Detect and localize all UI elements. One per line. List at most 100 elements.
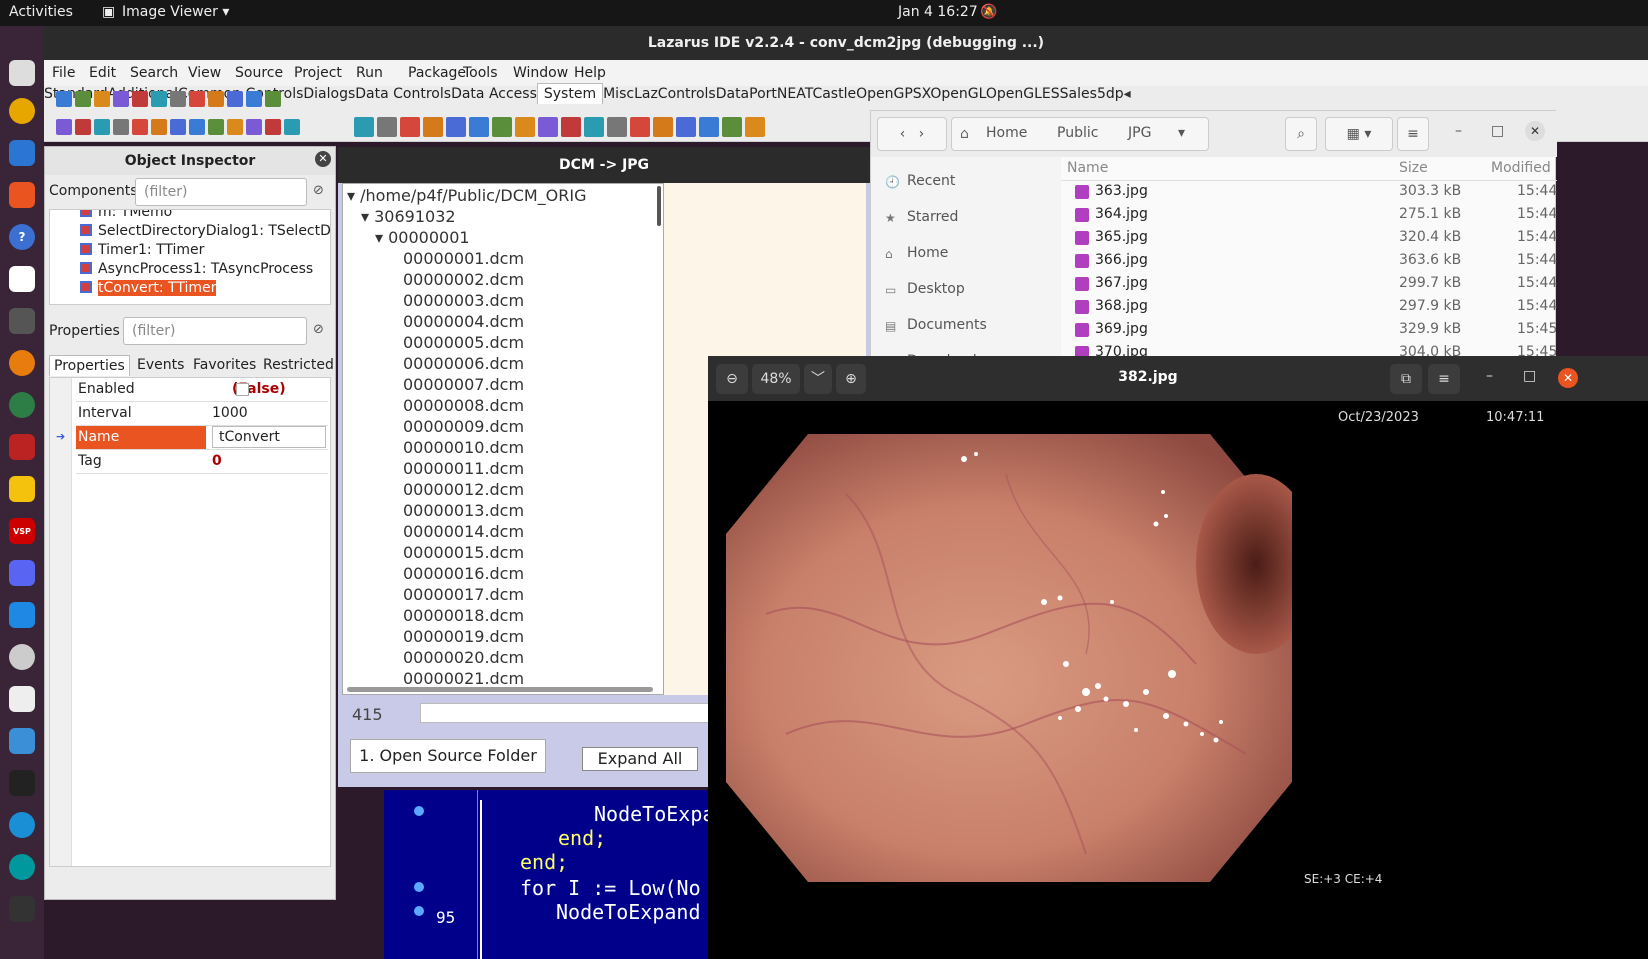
column-size[interactable]: Size [1399,160,1428,176]
tab-opengl[interactable]: OpenGL [930,86,986,102]
inspector-tab-events[interactable]: Events [133,355,188,375]
column-name[interactable]: Name [1067,160,1108,176]
toolbar-button-icon[interactable] [113,119,129,135]
dcm-file-tree[interactable]: ▾ /home/p4f/Public/DCM_ORIG ▾ 30691032 ▾ 0… [342,183,664,695]
property-value[interactable]: 1000 [212,405,248,421]
tree-file-node[interactable]: 00000020.dcm [403,648,524,667]
toolbar-button-icon[interactable] [246,91,262,107]
notes-icon[interactable] [9,476,35,502]
toolbar-button-icon[interactable] [227,119,243,135]
toolbar-button-icon[interactable] [265,119,281,135]
filter-clear-icon[interactable]: ⊘ [313,322,324,337]
crumb-jpg[interactable]: JPG [1128,125,1151,141]
toolbar-button-icon[interactable] [284,119,300,135]
component-tree-item[interactable]: Timer1: TTimer [80,242,204,261]
writer-icon[interactable] [9,140,35,166]
component-tree-item[interactable]: AsyncProcess1: TAsyncProcess [80,261,313,280]
component-palette-icon[interactable] [515,117,535,137]
menu-file[interactable]: File [52,65,75,81]
menu-window[interactable]: Window [513,65,568,81]
search-icon[interactable]: ⌕ [1285,117,1317,151]
tab-sales[interactable]: Sales [1060,86,1097,102]
blender-icon[interactable] [9,350,35,376]
tab-castle[interactable]: Castle [812,86,856,102]
menu-tools[interactable]: Tools [463,65,498,81]
file-row[interactable]: 364.jpg 275.1 kB 15:44 [1063,204,1557,227]
file-row[interactable]: 363.jpg 303.3 kB 15:44 [1063,181,1557,204]
browser-icon[interactable] [9,392,35,418]
component-palette-icon[interactable] [400,117,420,137]
component-tree-item[interactable]: SelectDirectoryDialog1: TSelectDire [80,223,330,242]
components-filter-input[interactable]: (filter) [135,178,307,206]
help-icon[interactable]: ? [9,224,35,250]
tree-file-node[interactable]: 00000019.dcm [403,627,524,646]
tree-file-node[interactable]: 00000015.dcm [403,543,524,562]
remote-icon[interactable] [9,728,35,754]
toolbar-button-icon[interactable] [170,91,186,107]
tree-file-node[interactable]: 00000017.dcm [403,585,524,604]
tree-expander-icon[interactable]: ▾ [361,207,374,226]
back-forward-buttons[interactable]: ‹ › [877,117,947,151]
minimize-icon[interactable]: – [1455,123,1462,139]
component-palette-icon[interactable] [630,117,650,137]
open-source-folder-button[interactable]: 1. Open Source Folder [350,739,546,773]
tree-file-node[interactable]: 00000010.dcm [403,438,524,457]
openvsp-icon[interactable]: VSP [9,518,35,544]
activities-button[interactable]: Activities [9,4,73,20]
toolbar-button-icon[interactable] [189,91,205,107]
component-palette-icon[interactable] [469,117,489,137]
tree-expander-icon[interactable]: ▾ [375,228,388,247]
tree-file-node[interactable]: 00000001.dcm [403,249,524,268]
file-row[interactable]: 368.jpg 297.9 kB 15:44 [1063,296,1557,319]
menu-project[interactable]: Project [294,65,342,81]
toolbar-button-icon[interactable] [94,119,110,135]
menu-package[interactable]: Package [408,65,466,81]
close-icon[interactable]: ✕ [315,151,331,167]
toolbar-button-icon[interactable] [56,91,72,107]
menu-run[interactable]: Run [356,65,383,81]
tree-root-node[interactable]: ▾ /home/p4f/Public/DCM_ORIG [347,186,587,205]
toolbar-button-icon[interactable] [75,119,91,135]
toolbar-button-icon[interactable] [132,119,148,135]
tree-file-node[interactable]: 00000021.dcm [403,669,524,688]
tab-dataport[interactable]: DataPort [716,86,777,102]
file-row[interactable]: 365.jpg 320.4 kB 15:44 [1063,227,1557,250]
tab-data-controls[interactable]: Data Controls [355,86,451,102]
maximize-icon[interactable]: □ [1523,368,1536,384]
tree-file-node[interactable]: 00000007.dcm [403,375,524,394]
component-palette-icon[interactable] [745,117,765,137]
crumb-public[interactable]: Public [1057,125,1098,141]
component-palette-icon[interactable] [722,117,742,137]
component-palette-icon[interactable] [699,117,719,137]
property-row[interactable]: Interval 1000 [76,402,328,426]
terminal-icon[interactable] [9,896,35,922]
chevron-left-icon[interactable]: ◂ [1124,86,1131,102]
breakpoint-dot[interactable] [414,882,424,892]
component-palette-icon[interactable] [377,117,397,137]
tree-file-node[interactable]: 00000003.dcm [403,291,524,310]
discord-icon[interactable] [9,560,35,586]
tree-file-node[interactable]: 00000006.dcm [403,354,524,373]
chevron-down-icon[interactable]: ▾ [1178,125,1185,141]
inspector-tab-restricted[interactable]: Restricted [259,355,338,375]
tree-file-node[interactable]: 00000014.dcm [403,522,524,541]
tab-5dp[interactable]: 5dp [1097,86,1124,102]
tab-data-access[interactable]: Data Access [451,86,537,102]
toolbar-button-icon[interactable] [189,119,205,135]
software-icon[interactable] [9,182,35,208]
property-row[interactable]: Name tConvert [76,426,328,450]
tree-file-node[interactable]: 00000009.dcm [403,417,524,436]
clock[interactable]: Jan 4 16:27 [898,4,978,20]
settings-icon[interactable] [9,686,35,712]
source-editor[interactable]: 95 NodeToExpa end; end; for I := Low(No … [384,790,714,959]
tree-file-node[interactable]: 00000013.dcm [403,501,524,520]
toolbar-button-icon[interactable] [151,119,167,135]
fullscreen-icon[interactable]: ⧉ [1390,364,1422,394]
tree-file-node[interactable]: 00000002.dcm [403,270,524,289]
toolbar-button-icon[interactable] [75,91,91,107]
tree-file-node[interactable]: 00000018.dcm [403,606,524,625]
tree-file-node[interactable]: 00000005.dcm [403,333,524,352]
maximize-icon[interactable]: □ [1491,123,1504,139]
crumb-home[interactable]: Home [986,125,1027,141]
menu-source[interactable]: Source [235,65,283,81]
